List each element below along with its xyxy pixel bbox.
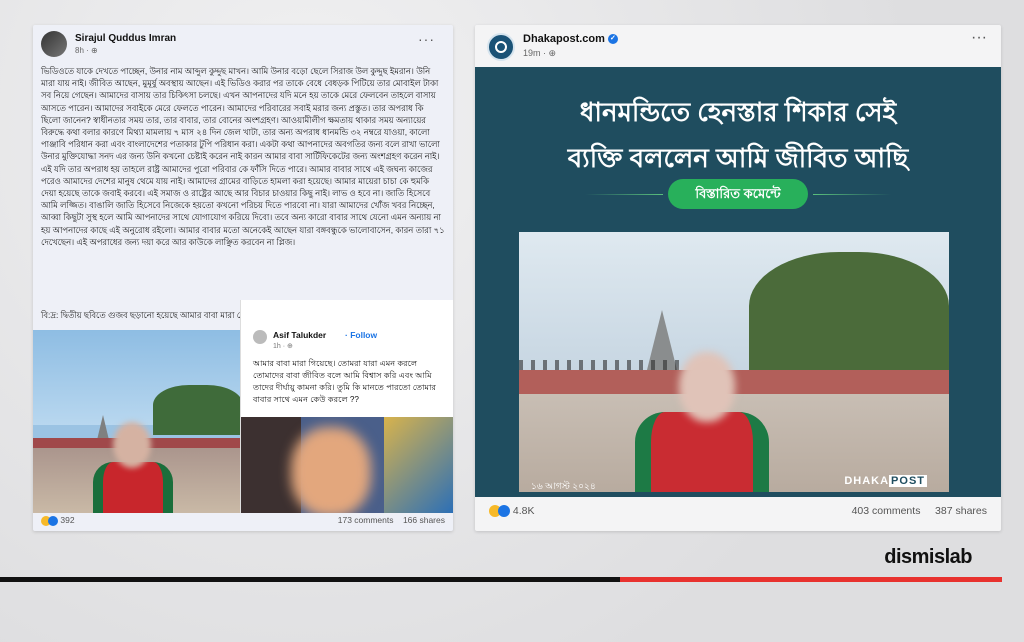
divider-bar-black: [0, 577, 620, 582]
photo-right-decor: [384, 417, 453, 513]
logo-icon: [495, 41, 507, 53]
author-name-text: Dhakapost.com: [523, 33, 605, 45]
post-header: Sirajul Quddus Imran 8h · ⊕ ···: [41, 31, 445, 59]
brand-logo: dismislab: [884, 546, 972, 568]
post-time[interactable]: 19m · ⊕: [523, 48, 556, 59]
dhakapost-logo: DHAKA POST: [844, 475, 927, 487]
engagement-counts: 173 comments 166 shares: [338, 515, 445, 525]
divider: [813, 194, 891, 195]
reaction-count-value: 392: [60, 515, 75, 525]
like-reaction-icon: [498, 505, 510, 518]
logo-text-b: POST: [889, 475, 927, 487]
more-options-icon[interactable]: ···: [971, 29, 987, 47]
avatar[interactable]: [253, 330, 267, 344]
divider-bar-red: [620, 577, 1002, 582]
person-body: [93, 462, 173, 513]
reaction-count[interactable]: 4.8K: [489, 505, 535, 518]
reaction-count-value: 4.8K: [512, 505, 535, 517]
post-note: বি:দ্র: দ্বিতীয় ছবিতে গুজব ছড়ানো হয়েছ…: [41, 310, 263, 320]
facebook-post-left: Sirajul Quddus Imran 8h · ⊕ ··· ভিডিওতে …: [33, 25, 453, 531]
shared-post-text: আমার বাবা মারা গিয়েছে। তোমরা যারা এমন ক…: [253, 359, 436, 404]
post-body: ভিডিওতে যাকে দেখতে পাচ্ছেন, উনার নাম আব্…: [41, 66, 445, 247]
trees: [749, 252, 949, 372]
facebook-post-right: Dhakapost.com ✓ 19m · ⊕ ··· ধানমন্ডিতে হে…: [475, 25, 1001, 531]
shares-link[interactable]: 166 shares: [403, 515, 445, 525]
engagement-counts: 403 comments 387 shares: [852, 505, 987, 517]
author-name[interactable]: Sirajul Quddus Imran: [75, 33, 176, 44]
photo-date: ১৬ আগস্ট ২০২৪: [531, 481, 596, 491]
blurred-face: [113, 422, 151, 468]
divider: [585, 194, 663, 195]
post-photo[interactable]: [33, 330, 240, 513]
headline-line-1: ধানমন্ডিতে হেনস্তার শিকার সেই: [579, 97, 897, 127]
post-footer: 392 173 comments 166 shares: [41, 515, 445, 529]
shared-photo[interactable]: [241, 417, 453, 513]
follow-button[interactable]: · Follow: [345, 330, 377, 340]
headline-line-2: ব্যক্তি বললেন আমি জীবিত আছি: [567, 143, 909, 173]
shared-post-time[interactable]: 1h · ⊕: [273, 342, 293, 350]
blurred-face: [291, 427, 371, 513]
shared-author-name[interactable]: Asif Talukder: [273, 330, 326, 340]
author-name[interactable]: Dhakapost.com ✓: [523, 33, 618, 45]
avatar[interactable]: [487, 33, 515, 61]
post-footer: 4.8K 403 comments 387 shares: [489, 505, 987, 521]
shared-post[interactable]: Asif Talukder · Follow 1h · ⊕ আমার বাবা …: [240, 300, 453, 513]
comments-link[interactable]: 173 comments: [338, 515, 394, 525]
person-body: [635, 412, 769, 492]
shares-link[interactable]: 387 shares: [935, 505, 987, 517]
news-card[interactable]: ধানমন্ডিতে হেনস্তার শিকার সেই ব্যক্তি বল…: [475, 67, 1001, 497]
blurred-face: [679, 352, 735, 422]
headline: ধানমন্ডিতে হেনস্তার শিকার সেই ব্যক্তি বল…: [495, 89, 981, 181]
news-photo: [519, 232, 949, 492]
post-time[interactable]: 8h · ⊕: [75, 46, 98, 55]
verified-badge-icon: ✓: [607, 34, 618, 45]
avatar[interactable]: [41, 31, 67, 57]
comments-link[interactable]: 403 comments: [852, 505, 921, 517]
more-options-icon[interactable]: ···: [418, 31, 435, 47]
like-reaction-icon: [48, 515, 58, 526]
reaction-count[interactable]: 392: [41, 515, 75, 526]
details-in-comments-badge: বিস্তারিত কমেন্টে: [668, 179, 808, 209]
trees: [153, 385, 240, 435]
logo-text-a: DHAKA: [844, 475, 890, 487]
